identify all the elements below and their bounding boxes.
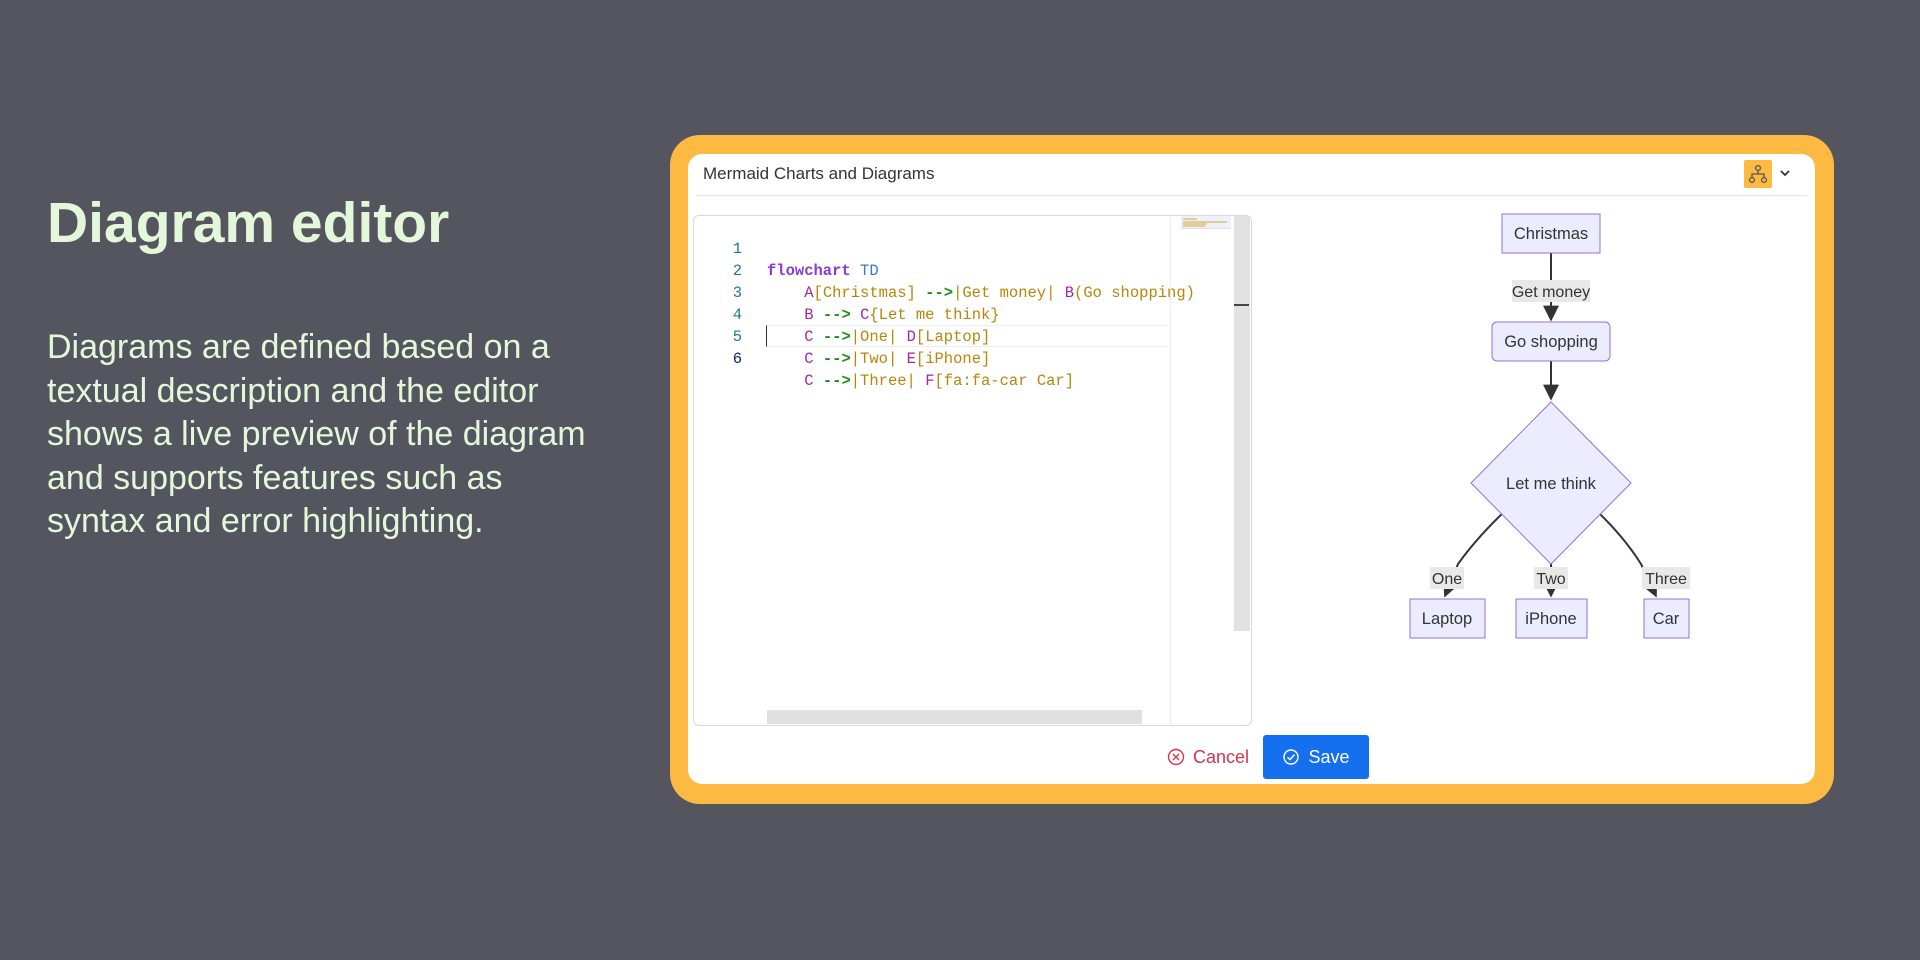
code-line[interactable]: 5 C -->|Two| E[iPhone] [694,304,1174,368]
minimap-line [1183,218,1197,220]
slide-description: Diagrams are defined based on a textual … [47,328,586,540]
node-car-label: Car [1653,610,1680,628]
dialog-header: Mermaid Charts and Diagrams [688,154,1815,194]
vertical-scrollbar[interactable] [1234,216,1250,631]
code-line[interactable]: 1 flowchart TD [694,216,1174,280]
edge-label-one: One [1432,571,1462,588]
chevron-down-icon[interactable] [1778,166,1792,180]
code-text: C -->|Two| E[iPhone] [804,350,991,368]
diagram-type-button[interactable] [1744,160,1772,188]
node-iphone-label: iPhone [1525,610,1576,628]
diagram-nodes-icon [1748,164,1768,184]
node-let-me-think-label: Let me think [1506,475,1597,493]
cancel-button[interactable]: Cancel [1143,735,1273,779]
node-go-shopping-label: Go shopping [1504,333,1598,351]
code-text: C -->|Three| F[fa:fa-car Car] [804,372,1075,390]
mermaid-dialog: Mermaid Charts and Diagrams 1 flowchart … [688,154,1815,784]
dialog-title: Mermaid Charts and Diagrams [703,164,935,183]
code-line[interactable]: 6 C -->|Three| F[fa:fa-car Car] [694,326,1174,390]
code-editor[interactable]: 1 flowchart TD 2 A[Christmas] -->|Get mo… [693,215,1252,726]
node-laptop-label: Laptop [1422,610,1472,628]
code-line[interactable]: 2 A[Christmas] -->|Get money| B(Go shopp… [694,238,1195,302]
edge-label-three: Three [1645,571,1687,588]
edge-label-two: Two [1536,571,1565,588]
code-line[interactable]: 3 B --> C{Let me think} [694,260,1174,324]
minimap-line [1183,225,1205,227]
cancel-circle-x-icon [1167,748,1185,766]
save-button-label: Save [1308,746,1350,767]
node-christmas-label: Christmas [1514,225,1588,243]
cancel-button-label: Cancel [1192,746,1250,767]
line-number: 6 [732,350,742,368]
scrollbar-cursor-marker [1234,304,1249,306]
horizontal-scrollbar[interactable] [767,710,1142,724]
save-check-circle-icon [1283,749,1300,765]
header-divider [696,195,1807,196]
edge-label-get-money: Get money [1512,284,1590,301]
editor-minimap[interactable] [1170,216,1234,725]
code-line[interactable]: 4 C -->|One| D[Laptop] [694,282,1174,346]
save-button[interactable]: Save [1263,735,1369,779]
slide-headline: Diagram editor [47,191,450,255]
diagram-preview: Get money One Two Three Christmas Go sho… [1409,213,1690,639]
